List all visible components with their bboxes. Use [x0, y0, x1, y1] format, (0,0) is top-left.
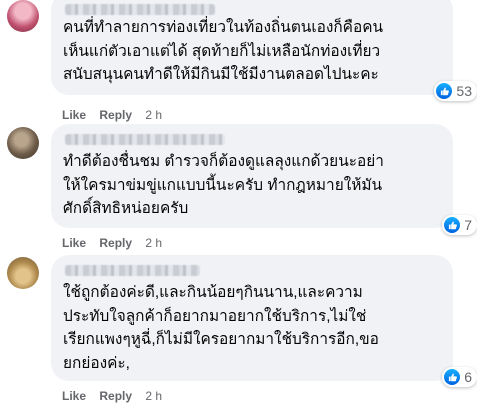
comment-bubble: คนที่ทำลายการท่องเที่ยวในท้องถิ่นตนเองก็… — [51, 0, 477, 101]
like-icon — [436, 83, 453, 99]
reaction-count[interactable]: 7 — [442, 215, 477, 235]
reaction-count-value: 7 — [464, 217, 472, 233]
timestamp[interactable]: 2 h — [145, 236, 162, 250]
reply-button[interactable]: Reply — [99, 389, 132, 403]
reaction-count-value: 6 — [464, 369, 472, 385]
like-button[interactable]: Like — [62, 389, 86, 403]
reaction-count-value: 53 — [456, 83, 472, 99]
comment-actions: Like Reply 2 h — [62, 389, 172, 403]
like-icon — [444, 369, 461, 385]
comment-bubble: ใช้ถูกต้องค่ะดี,และกินน้อยๆกินนาน,และควา… — [51, 255, 477, 387]
commenter-name[interactable] — [65, 134, 225, 145]
comment-actions: Like Reply 2 h — [62, 236, 172, 250]
reply-button[interactable]: Reply — [99, 236, 132, 250]
comment-text: ทำดีต้องชื่นชม ตำรวจก็ต้องดูแลลุงแกด้วยน… — [63, 153, 384, 217]
like-icon — [444, 217, 461, 233]
comment-bubble: ทำดีต้องชื่นชม ตำรวจก็ต้องดูแลลุงแกด้วยน… — [51, 124, 477, 235]
comment-actions: Like Reply 2 h — [62, 108, 172, 122]
comment-text: ใช้ถูกต้องค่ะดี,และกินน้อยๆกินนาน,และควา… — [63, 284, 379, 372]
commenter-name[interactable] — [65, 4, 215, 15]
avatar[interactable] — [7, 127, 39, 159]
reply-button[interactable]: Reply — [99, 108, 132, 122]
reaction-count[interactable]: 6 — [442, 367, 477, 387]
like-button[interactable]: Like — [62, 108, 86, 122]
reaction-count[interactable]: 53 — [434, 81, 477, 101]
avatar[interactable] — [7, 257, 39, 289]
comment-text: คนที่ทำลายการท่องเที่ยวในท้องถิ่นตนเองก็… — [63, 19, 384, 83]
commenter-name[interactable] — [65, 265, 200, 276]
timestamp[interactable]: 2 h — [145, 108, 162, 122]
like-button[interactable]: Like — [62, 236, 86, 250]
avatar[interactable] — [7, 0, 39, 32]
timestamp[interactable]: 2 h — [145, 389, 162, 403]
